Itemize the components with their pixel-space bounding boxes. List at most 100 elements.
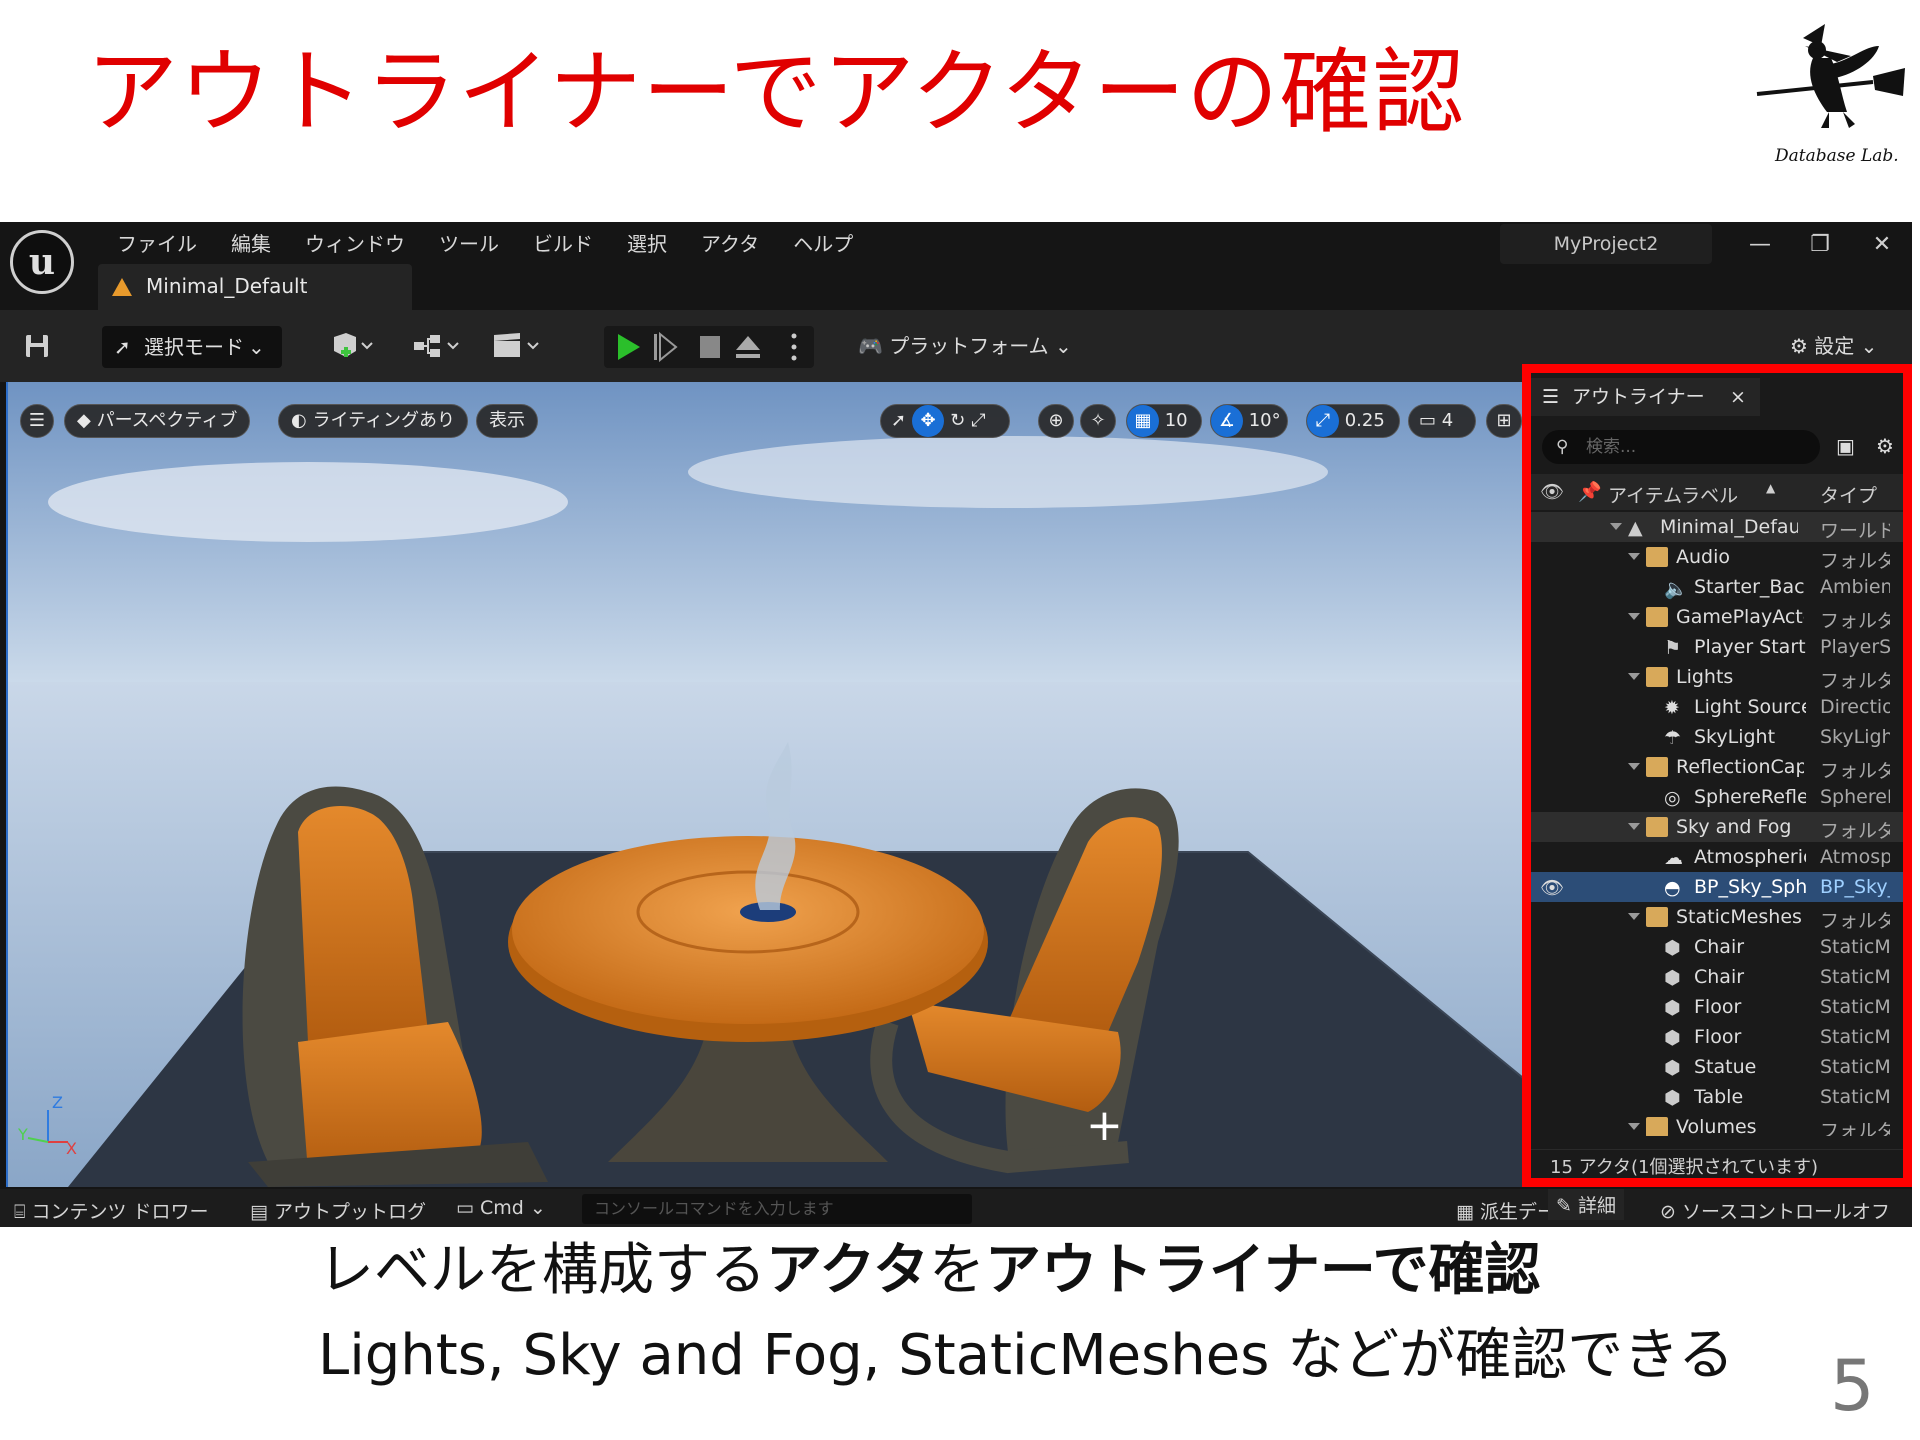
caption1-part-d: アウトライナーで確認 bbox=[984, 1238, 1541, 1303]
svg-text:Z: Z bbox=[52, 1094, 63, 1112]
viewport-menu-icon[interactable]: ☰ bbox=[20, 404, 54, 438]
menu-select[interactable]: 選択 bbox=[610, 226, 684, 262]
console-placeholder: コンソールコマンドを入力します bbox=[594, 1199, 834, 1218]
maximize-viewport-icon[interactable]: ⊞ bbox=[1486, 404, 1522, 438]
add-actor-icon[interactable] bbox=[330, 324, 374, 368]
save-icon[interactable] bbox=[24, 324, 50, 368]
move-tool-icon[interactable]: ✥ bbox=[912, 405, 945, 437]
minimize-button[interactable]: — bbox=[1740, 228, 1780, 262]
caption1-part-b: アクタ bbox=[766, 1238, 929, 1303]
show-button[interactable]: 表示 bbox=[476, 404, 538, 438]
witch-logo bbox=[1755, 16, 1915, 166]
source-control-label: ソースコントロールオフ bbox=[1681, 1201, 1891, 1223]
project-name: MyProject2 bbox=[1500, 224, 1712, 264]
drawer-icon: ⌸ bbox=[14, 1201, 26, 1223]
chevron-down-icon: ⌄ bbox=[1860, 334, 1878, 358]
select-tool-icon[interactable]: ➚ bbox=[881, 410, 912, 431]
camera-speed-button[interactable]: ▭ 4 bbox=[1408, 404, 1476, 438]
caption1-part-a: レベルを構成する bbox=[318, 1238, 766, 1303]
axis-gizmo: Z X Y bbox=[17, 1093, 78, 1158]
content-drawer-label: コンテンツ ドロワー bbox=[31, 1201, 209, 1223]
chevron-down-icon: ⌄ bbox=[529, 1197, 546, 1219]
surface-snap-icon[interactable]: ✧ bbox=[1080, 404, 1116, 438]
unreal-logo-icon[interactable]: u bbox=[10, 230, 74, 294]
restore-button[interactable]: ❐ bbox=[1800, 228, 1840, 262]
details-tab[interactable]: ✎ 詳細 bbox=[1548, 1189, 1624, 1220]
angle-icon: ∡ bbox=[1211, 405, 1243, 437]
chevron-down-icon: ⌄ bbox=[248, 335, 265, 359]
unreal-editor-window: u ファイル 編集 ウィンドウ ツール ビルド 選択 アクタ ヘルプ Minim… bbox=[0, 222, 1912, 1227]
level-viewport[interactable]: ☰ ◆ パースペクティブ ◐ ライティングあり 表示 ➚ ✥ ↻ ⤢ ⊕ ✧ ▦ 10… bbox=[6, 382, 1526, 1187]
rotate-tool-icon[interactable]: ↻ bbox=[944, 410, 971, 431]
settings-button[interactable]: ⚙ 設定 ⌄ bbox=[1790, 324, 1877, 368]
menu-bar: u ファイル 編集 ウィンドウ ツール ビルド 選択 アクタ ヘルプ Minim… bbox=[0, 222, 1912, 310]
no-entry-icon: ⊘ bbox=[1660, 1201, 1676, 1223]
output-log-button[interactable]: ▤ アウトプットログ bbox=[250, 1197, 426, 1224]
cmd-dropdown[interactable]: ▭ Cmd ⌄ bbox=[456, 1197, 546, 1219]
sphere-icon: ◐ bbox=[291, 410, 307, 431]
close-window-button[interactable]: ✕ bbox=[1862, 228, 1902, 262]
cinematics-icon[interactable] bbox=[492, 324, 548, 368]
svg-text:Y: Y bbox=[18, 1125, 28, 1144]
platforms-label: プラットフォーム bbox=[889, 334, 1049, 358]
select-mode-label: 選択モード bbox=[144, 335, 244, 359]
settings-label: 設定 bbox=[1814, 334, 1855, 358]
pencil-icon: ✎ bbox=[1556, 1195, 1572, 1217]
world-local-icon[interactable]: ⊕ bbox=[1038, 404, 1074, 438]
grid-snap-value: 10 bbox=[1164, 410, 1188, 431]
level-tab[interactable]: Minimal_Default bbox=[98, 264, 412, 310]
console-input[interactable]: コンソールコマンドを入力します bbox=[582, 1194, 972, 1224]
rotation-snap-toggle[interactable]: ∡ 10° bbox=[1210, 404, 1288, 438]
level-tab-label: Minimal_Default bbox=[146, 274, 308, 298]
menu-file[interactable]: ファイル bbox=[100, 226, 214, 262]
play-icon bbox=[618, 334, 640, 360]
lighting-label: ライティングあり bbox=[312, 410, 456, 431]
menu-edit[interactable]: 編集 bbox=[214, 226, 288, 262]
menu-tools[interactable]: ツール bbox=[422, 226, 516, 262]
highlight-box bbox=[1522, 364, 1912, 1187]
platforms-button[interactable]: 🎮 プラットフォーム ⌄ bbox=[858, 324, 1072, 368]
perspective-button[interactable]: ◆ パースペクティブ bbox=[64, 404, 251, 438]
rotation-snap-value: 10° bbox=[1248, 410, 1281, 431]
svg-text:X: X bbox=[66, 1139, 77, 1154]
lighting-button[interactable]: ◐ ライティングあり bbox=[278, 404, 469, 438]
scale-snap-toggle[interactable]: ⤢ 0.25 bbox=[1306, 404, 1400, 438]
cmd-label: Cmd bbox=[480, 1197, 524, 1219]
chevron-down-icon: ⌄ bbox=[1055, 334, 1072, 358]
logo-text: Database Lab. bbox=[1775, 146, 1899, 166]
cube-icon: ◆ bbox=[77, 410, 91, 431]
gamepad-icon: 🎮 bbox=[858, 334, 883, 358]
menu-actor[interactable]: アクタ bbox=[684, 226, 776, 262]
caption-line-1: レベルを構成するアクタをアウトライナーで確認 bbox=[318, 1225, 1541, 1306]
grid-icon: ▦ bbox=[1127, 405, 1159, 437]
page-number: 5 bbox=[1830, 1345, 1875, 1427]
scale-tool-icon[interactable]: ⤢ bbox=[971, 410, 985, 431]
scale-icon: ⤢ bbox=[1307, 405, 1339, 437]
menu-window[interactable]: ウィンドウ bbox=[288, 226, 422, 262]
select-mode-dropdown[interactable]: ➚ 選択モード ⌄ bbox=[102, 326, 282, 368]
scale-snap-value: 0.25 bbox=[1344, 410, 1385, 431]
scene-render bbox=[8, 382, 1526, 1187]
menu-help[interactable]: ヘルプ bbox=[776, 226, 870, 262]
output-log-label: アウトプットログ bbox=[274, 1201, 427, 1223]
level-icon bbox=[112, 278, 132, 296]
menu-build[interactable]: ビルド bbox=[516, 226, 610, 262]
blueprint-icon[interactable] bbox=[412, 324, 468, 368]
caption1-part-c: を bbox=[928, 1238, 985, 1303]
derived-data-icon: ▦ bbox=[1456, 1201, 1474, 1223]
log-icon: ▤ bbox=[250, 1201, 268, 1223]
camera-speed-value: 4 bbox=[1441, 410, 1454, 431]
content-drawer-button[interactable]: ⌸ コンテンツ ドロワー bbox=[14, 1197, 209, 1224]
cursor-icon: ➚ bbox=[114, 335, 131, 359]
details-label: 詳細 bbox=[1577, 1195, 1616, 1217]
grid-snap-toggle[interactable]: ▦ 10 bbox=[1126, 404, 1202, 438]
slide-title: アウトライナーでアクターの確認 bbox=[86, 39, 1466, 146]
source-control-button[interactable]: ⊘ ソースコントロールオフ bbox=[1660, 1197, 1890, 1224]
camera-icon: ▭ bbox=[1419, 410, 1437, 431]
crosshair-icon: + bbox=[1086, 1100, 1123, 1151]
transform-tools: ➚ ✥ ↻ ⤢ bbox=[880, 404, 1010, 438]
main-menu: ファイル 編集 ウィンドウ ツール ビルド 選択 アクタ ヘルプ bbox=[100, 226, 870, 262]
terminal-icon: ▭ bbox=[456, 1197, 474, 1219]
caption-line-2: Lights, Sky and Fog, StaticMeshes などが確認で… bbox=[318, 1323, 1735, 1388]
play-controls bbox=[604, 326, 814, 368]
